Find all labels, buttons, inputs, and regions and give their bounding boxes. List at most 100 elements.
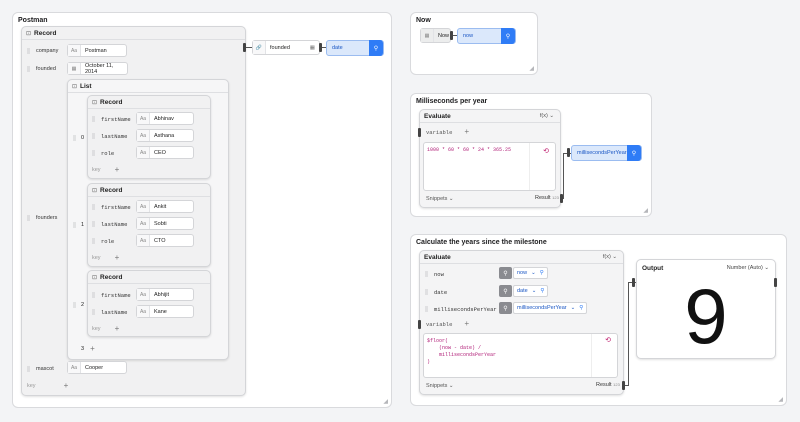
plus-icon[interactable]: + [64, 382, 69, 390]
output-pin[interactable] [774, 278, 777, 287]
resize-handle-icon[interactable]: ◢ [529, 66, 534, 72]
founded-date-field[interactable]: ▦ October 11, 2014 [67, 62, 128, 75]
field-key: role [101, 150, 115, 157]
expression-editor[interactable]: $floor( (now - date) / millisecondsPerYe… [423, 333, 618, 378]
snippets-button[interactable]: Snippets ⌄ [426, 196, 454, 202]
now-variable-node[interactable]: now ⚲ [457, 28, 516, 44]
code-gutter [529, 143, 530, 190]
resize-handle-icon[interactable]: ◢ [643, 208, 648, 214]
resize-handle-icon[interactable]: ◢ [383, 399, 388, 405]
add-key-row[interactable]: key + [27, 382, 68, 390]
add-key-row[interactable]: key + [92, 166, 119, 174]
date-input-select[interactable]: ⚲ date ⌄ ⚲ [499, 285, 549, 297]
field-key: firstName [101, 116, 131, 123]
field-key: company [36, 48, 59, 54]
drag-handle-icon[interactable] [425, 289, 428, 295]
record-icon: ⊡ [92, 99, 98, 106]
role-field[interactable]: Aa CTO [136, 234, 194, 247]
variable-icon: ⚲ [499, 285, 512, 297]
pin-icon[interactable]: ⚲ [540, 288, 544, 294]
evaluate-header: Evaluate f(x) ⌄ [420, 251, 623, 264]
connection-wire [563, 153, 564, 199]
drag-handle-icon[interactable] [73, 302, 76, 308]
frame-title: Milliseconds per year [416, 98, 488, 105]
fx-menu[interactable]: f(x) ⌄ [540, 113, 554, 119]
field-key: lastName [101, 309, 128, 316]
variable-select[interactable]: now ⌄ ⚲ [513, 267, 548, 279]
text-type-icon: Aa [68, 362, 81, 373]
record-header: ⊡ Record [88, 184, 210, 197]
drag-handle-icon[interactable] [73, 135, 76, 141]
frame-title: Now [416, 17, 431, 24]
field-key: founded [36, 66, 56, 72]
input-pin[interactable] [418, 128, 421, 137]
company-field[interactable]: Aa Postman [67, 44, 127, 57]
list-index: 2 [81, 302, 85, 308]
field-key: lastName [101, 133, 128, 140]
add-list-item-row[interactable]: 3 + [81, 345, 95, 353]
history-icon[interactable]: ⟲ [543, 147, 549, 156]
firstname-field[interactable]: Aa Ankit [136, 200, 194, 213]
variable-select[interactable]: millisecondsPerYear ⌄ ⚲ [513, 302, 588, 314]
snippets-button[interactable]: Snippets ⌄ [426, 383, 454, 389]
plus-icon[interactable]: + [115, 166, 120, 174]
plus-icon[interactable]: + [90, 345, 95, 353]
plus-icon[interactable]: + [464, 128, 469, 137]
drag-handle-icon[interactable] [92, 116, 95, 122]
lastname-field[interactable]: Aa Kane [136, 305, 194, 318]
drag-handle-icon[interactable] [92, 204, 95, 210]
variable-label[interactable]: variable + [426, 321, 469, 329]
variable-icon[interactable]: ⚲ [627, 145, 641, 161]
result-label: Result 123 [596, 382, 620, 388]
format-select[interactable]: Number (Auto) ⌄ [727, 265, 769, 271]
ms-input-select[interactable]: ⚲ millisecondsPerYear ⌄ ⚲ [499, 302, 588, 314]
plus-icon[interactable]: + [464, 320, 469, 329]
drag-handle-icon[interactable] [27, 48, 30, 54]
lastname-field[interactable]: Aa Sobti [136, 217, 194, 230]
drag-handle-icon[interactable] [425, 306, 428, 312]
pin-icon[interactable]: ⚲ [540, 270, 544, 276]
drag-handle-icon[interactable] [425, 271, 428, 277]
variable-icon[interactable]: ⚲ [369, 40, 383, 56]
expression-editor[interactable]: 1000 * 60 * 60 * 24 * 365.25 ⟲ [423, 142, 556, 191]
drag-handle-icon[interactable] [92, 238, 95, 244]
variable-icon[interactable]: ⚲ [501, 28, 515, 44]
drag-handle-icon[interactable] [92, 309, 95, 315]
input-pin[interactable] [567, 148, 570, 157]
resize-handle-icon[interactable]: ◢ [778, 397, 783, 403]
code-line: 1000 * 60 * 60 * 24 * 365.25 [427, 147, 512, 153]
list-index: 0 [81, 135, 85, 141]
mascot-field[interactable]: Aa Cooper [67, 361, 127, 374]
record-icon: ⊡ [92, 274, 98, 281]
firstname-field[interactable]: Aa Abhinav [136, 112, 194, 125]
role-field[interactable]: Aa CEO [136, 146, 194, 159]
date-variable-node[interactable]: date ⚲ [326, 40, 384, 56]
input-pin[interactable] [418, 320, 421, 329]
drag-handle-icon[interactable] [73, 222, 76, 228]
record-icon: ⊡ [92, 187, 98, 194]
firstname-field[interactable]: Aa Abhijit [136, 288, 194, 301]
now-input-select[interactable]: ⚲ now ⌄ ⚲ [499, 267, 548, 279]
drag-handle-icon[interactable] [27, 215, 30, 221]
plus-icon[interactable]: + [115, 254, 120, 262]
lastname-field[interactable]: Aa Asthana [136, 129, 194, 142]
founded-path-node[interactable]: 🔗 founded ▦ [252, 40, 320, 55]
pin-icon[interactable]: ⚲ [579, 305, 583, 311]
add-key-row[interactable]: key + [92, 325, 119, 333]
input-pin[interactable] [632, 278, 635, 287]
history-icon[interactable]: ⟲ [605, 338, 611, 345]
drag-handle-icon[interactable] [27, 66, 30, 72]
variable-select[interactable]: date ⌄ ⚲ [513, 285, 549, 297]
variable-label[interactable]: variable + [426, 129, 469, 137]
drag-handle-icon[interactable] [92, 292, 95, 298]
drag-handle-icon[interactable] [92, 133, 95, 139]
ms-per-year-variable-node[interactable]: millisecondsPerYear ⚲ [571, 145, 642, 161]
drag-handle-icon[interactable] [27, 366, 30, 372]
drag-handle-icon[interactable] [92, 150, 95, 156]
fx-menu[interactable]: f(x) ⌄ [603, 254, 617, 260]
add-key-row[interactable]: key + [92, 254, 119, 262]
drag-handle-icon[interactable] [92, 221, 95, 227]
now-button[interactable]: ▦ Now [420, 28, 451, 43]
text-type-icon: Aa [137, 201, 150, 212]
plus-icon[interactable]: + [115, 325, 120, 333]
